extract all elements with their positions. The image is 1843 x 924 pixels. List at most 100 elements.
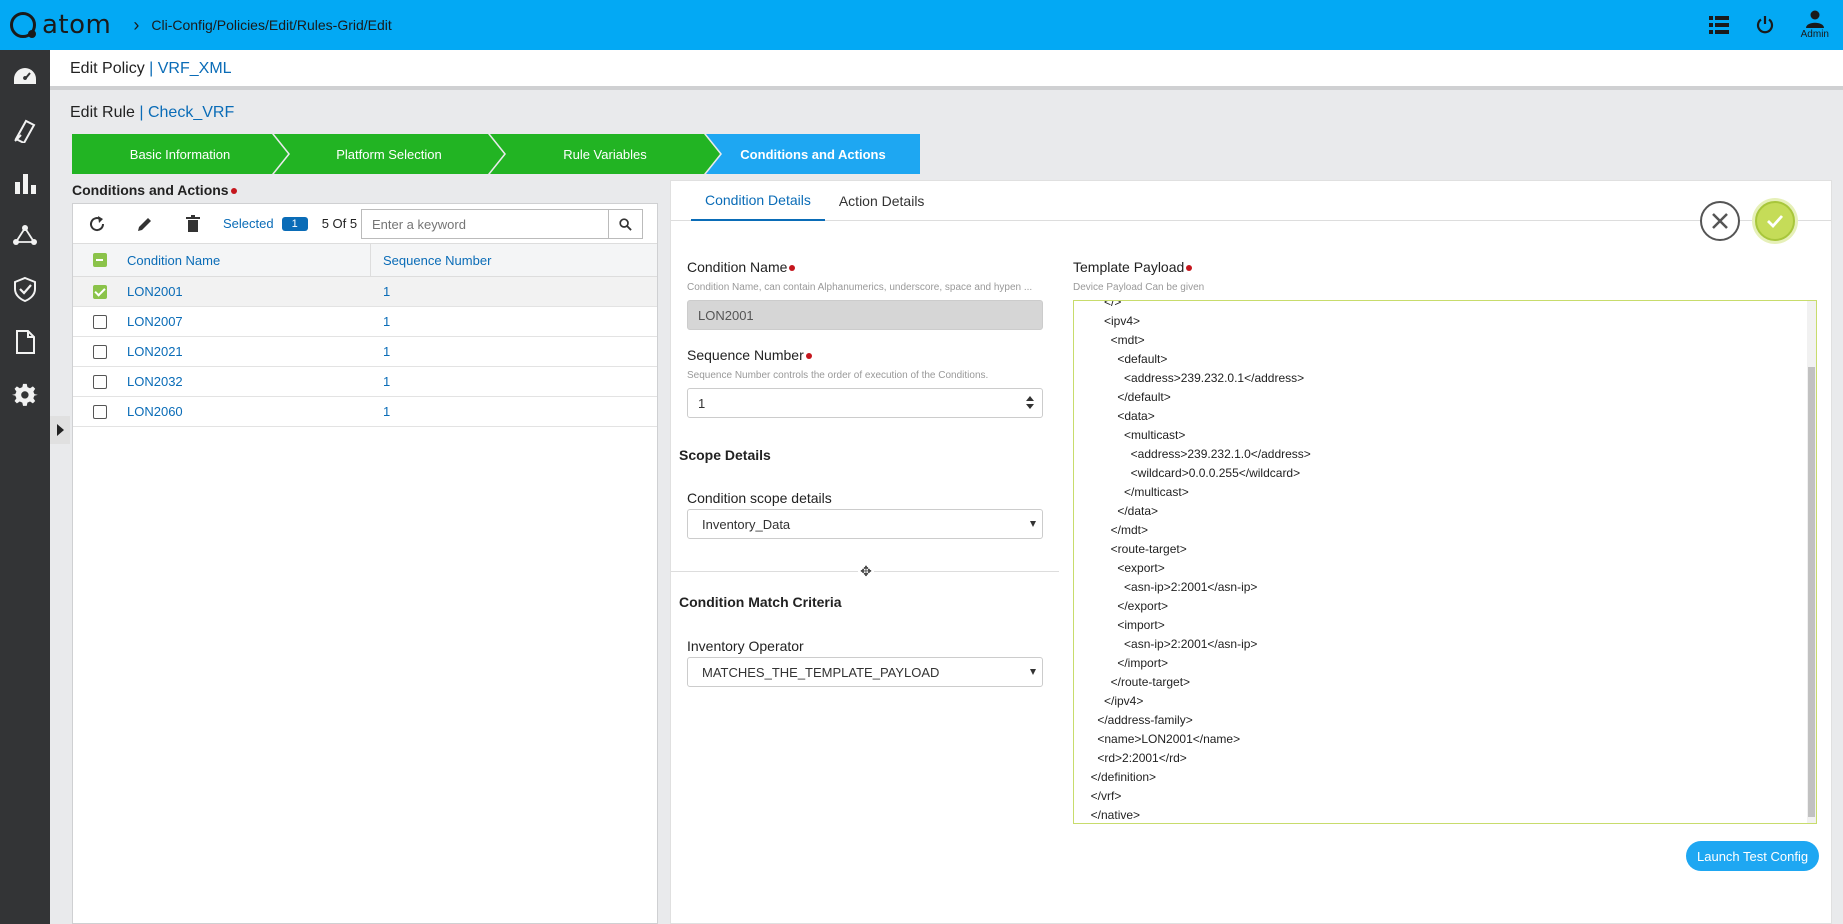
policy-header: Edit Policy | VRF_XML <box>50 50 1843 90</box>
sequence-number-value: 1 <box>698 395 706 411</box>
sequence-number-stepper[interactable]: 1 <box>687 388 1043 418</box>
required-indicator <box>230 188 237 195</box>
sequence-number-label: Sequence Number <box>687 347 812 363</box>
sequence-number-help: Sequence Number controls the order of ex… <box>687 370 989 381</box>
rule-name: Check_VRF <box>147 104 235 121</box>
step-platform-selection[interactable]: Platform Selection <box>274 134 504 174</box>
condition-name-help: Condition Name, can contain Alphanumeric… <box>687 282 1033 293</box>
search-input[interactable] <box>362 210 608 238</box>
row-sequence-number: 1 <box>383 404 391 419</box>
rule-title: Edit Rule | Check_VRF <box>70 104 235 121</box>
step-basic-information[interactable]: Basic Information <box>72 134 288 174</box>
conditions-section-label: Conditions and Actions <box>72 182 237 198</box>
admin-label: Admin <box>1800 29 1829 40</box>
breadcrumb-chevron-icon: › <box>133 14 140 35</box>
config-icon[interactable] <box>0 103 50 156</box>
template-payload-help: Device Payload Can be given <box>1073 282 1205 293</box>
analytics-icon[interactable] <box>0 156 50 209</box>
payload-scrollbar[interactable] <box>1807 301 1816 823</box>
list-view-icon[interactable] <box>1708 16 1729 34</box>
select-all-checkbox[interactable] <box>93 253 107 267</box>
row-condition-name[interactable]: LON2007 <box>127 307 371 337</box>
topology-icon[interactable] <box>0 209 50 262</box>
condition-scope-select[interactable]: Inventory_Data <box>687 509 1043 539</box>
sidebar <box>0 50 50 924</box>
atom-logo-icon <box>10 12 36 38</box>
row-checkbox[interactable] <box>93 404 107 419</box>
spinner-arrows-icon[interactable] <box>1026 396 1034 409</box>
checkmark-icon <box>1767 215 1784 229</box>
user-menu[interactable]: Admin <box>1801 10 1829 40</box>
record-count: 5 Of 5 <box>321 216 358 231</box>
triangle-right-icon <box>56 424 64 436</box>
cancel-button[interactable] <box>1700 201 1740 241</box>
compliance-shield-icon[interactable] <box>0 262 50 315</box>
step-conditions-and-actions[interactable]: Conditions and Actions <box>706 134 920 174</box>
row-checkbox[interactable] <box>93 374 107 389</box>
drag-move-icon[interactable]: ✥ <box>858 563 874 579</box>
policy-name: VRF_XML <box>157 60 232 77</box>
document-icon[interactable] <box>0 315 50 368</box>
scope-details-title: Scope Details <box>679 447 771 463</box>
row-sequence-number: 1 <box>383 284 391 299</box>
match-criteria-title: Condition Match Criteria <box>679 594 842 610</box>
inventory-operator-label: Inventory Operator <box>687 638 804 654</box>
row-sequence-number: 1 <box>383 344 391 359</box>
grid-search <box>361 209 643 239</box>
breadcrumb[interactable]: Cli-Config/Policies/Edit/Rules-Grid/Edit <box>151 17 391 33</box>
settings-gear-icon[interactable] <box>0 368 50 421</box>
conditions-grid-panel: Selected 1 5 Of 5 Condition Name Sequenc… <box>72 203 658 924</box>
inventory-operator-select[interactable]: MATCHES_THE_TEMPLATE_PAYLOAD <box>687 657 1043 687</box>
close-icon <box>1712 213 1728 229</box>
row-condition-name[interactable]: LON2001 <box>127 277 371 307</box>
table-row[interactable]: LON2007 1 <box>73 307 657 337</box>
table-row[interactable]: LON2001 1 <box>73 277 657 307</box>
dropdown-arrow-icon <box>1030 521 1036 527</box>
table-row[interactable]: LON2032 1 <box>73 367 657 397</box>
logo-text: atom <box>42 10 112 40</box>
grid-toolbar: Selected 1 5 Of 5 <box>73 204 657 244</box>
panel-collapse-toggle[interactable] <box>50 416 70 444</box>
row-condition-name[interactable]: LON2032 <box>127 367 371 397</box>
user-icon <box>1805 10 1824 28</box>
template-payload-textarea[interactable]: </> <ipv4> <mdt> <default> <address>239.… <box>1073 300 1817 824</box>
condition-editor-panel: Condition Details Action Details Conditi… <box>670 180 1832 924</box>
power-icon[interactable] <box>1755 15 1775 35</box>
step-rule-variables[interactable]: Rule Variables <box>490 134 720 174</box>
wizard-stepper: Basic Information Platform Selection Rul… <box>72 134 920 174</box>
selected-count-badge: 1 <box>281 216 308 231</box>
condition-name-input: LON2001 <box>687 300 1043 330</box>
search-icon <box>619 217 632 231</box>
dropdown-arrow-icon <box>1030 669 1036 675</box>
table-row[interactable]: LON2060 1 <box>73 397 657 427</box>
delete-trash-icon[interactable] <box>169 214 217 233</box>
table-row[interactable]: LON2021 1 <box>73 337 657 367</box>
row-sequence-number: 1 <box>383 374 391 389</box>
column-header-condition-name[interactable]: Condition Name <box>127 243 371 277</box>
payload-text: </> <ipv4> <mdt> <default> <address>239.… <box>1090 300 1311 822</box>
app-logo[interactable]: atom <box>10 10 111 40</box>
column-header-sequence-number[interactable]: Sequence Number <box>371 253 491 268</box>
dashboard-icon[interactable] <box>0 50 50 103</box>
selected-label: Selected <box>223 216 274 231</box>
row-checkbox[interactable] <box>93 314 107 329</box>
page-title: Edit Policy | VRF_XML <box>70 60 232 77</box>
row-condition-name[interactable]: LON2060 <box>127 397 371 427</box>
refresh-icon[interactable] <box>73 215 121 233</box>
launch-test-config-button[interactable]: Launch Test Config <box>1686 841 1820 871</box>
tab-action-details[interactable]: Action Details <box>825 181 939 221</box>
row-checkbox[interactable] <box>93 284 107 299</box>
tab-condition-details[interactable]: Condition Details <box>691 181 825 221</box>
condition-scope-label: Condition scope details <box>687 490 832 506</box>
row-sequence-number: 1 <box>383 314 391 329</box>
top-bar: atom › Cli-Config/Policies/Edit/Rules-Gr… <box>0 0 1843 50</box>
edit-pencil-icon[interactable] <box>121 215 169 233</box>
search-button[interactable] <box>608 210 642 238</box>
template-payload-label: Template Payload <box>1073 259 1193 275</box>
condition-name-label: Condition Name <box>687 259 796 275</box>
row-condition-name[interactable]: LON2021 <box>127 337 371 367</box>
save-button[interactable] <box>1755 201 1795 241</box>
editor-tabs: Condition Details Action Details <box>671 181 1831 221</box>
row-checkbox[interactable] <box>93 344 107 359</box>
grid-header: Condition Name Sequence Number <box>73 243 657 277</box>
